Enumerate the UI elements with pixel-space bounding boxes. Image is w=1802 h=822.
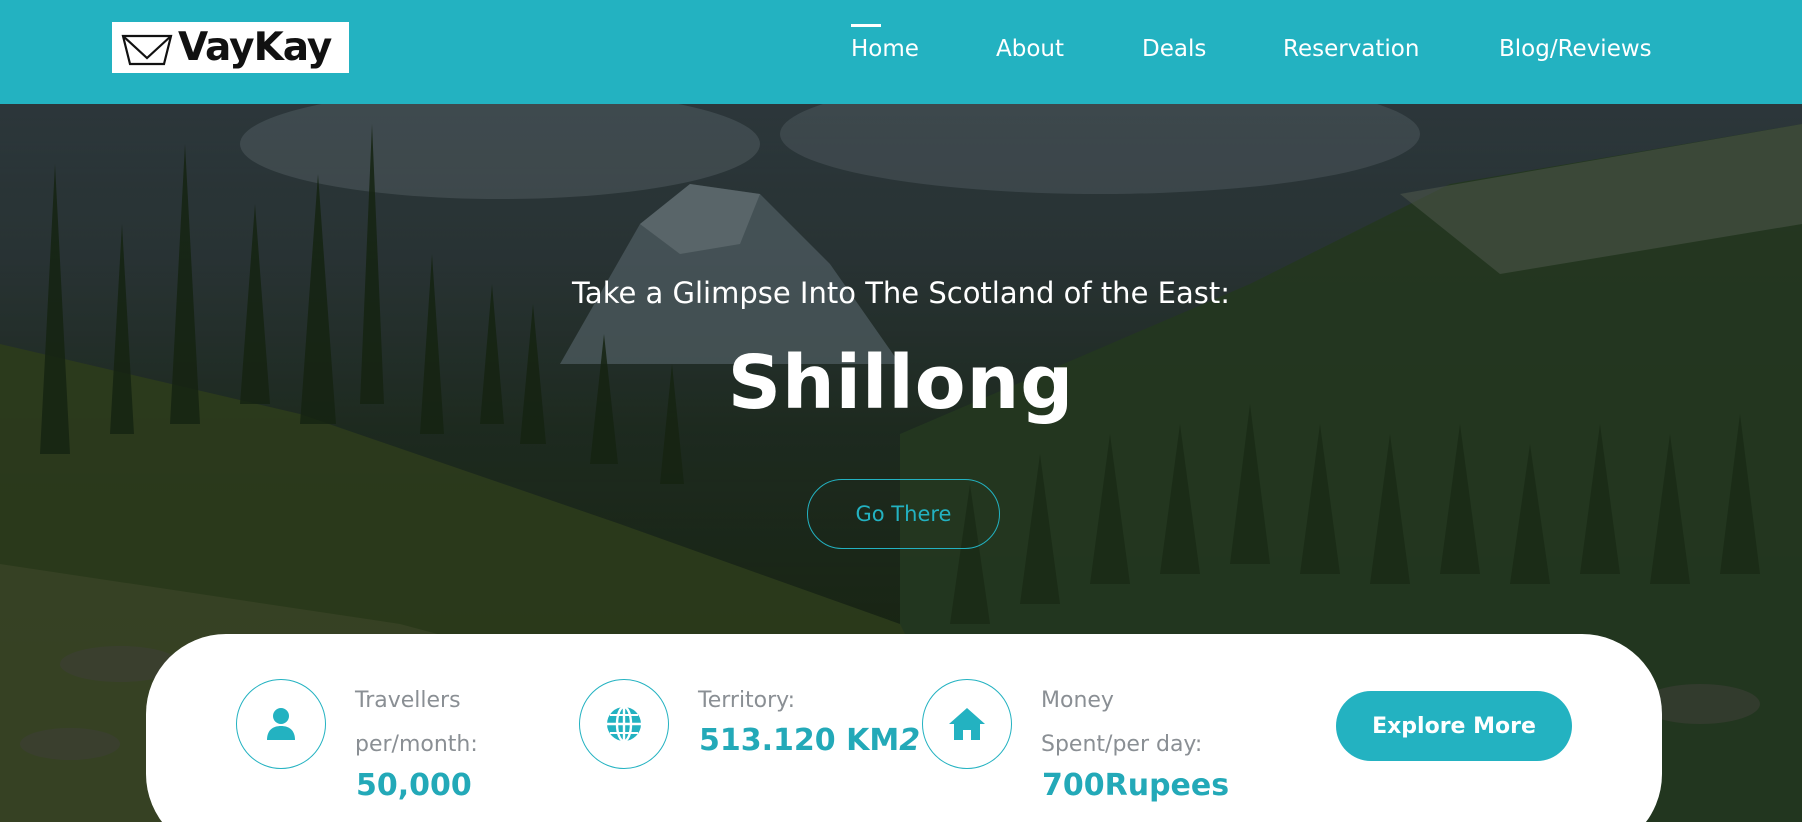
go-there-button[interactable]: Go There — [807, 479, 1000, 549]
stats-card: Travellers per/month: 50,000 Territory: … — [146, 634, 1662, 822]
hero-subtitle: Take a Glimpse Into The Scotland of the … — [572, 276, 1230, 310]
nav-item-blog-reviews[interactable]: Blog/Reviews — [1499, 36, 1652, 62]
home-icon — [949, 708, 985, 740]
territory-value-number: 513.120 KM — [699, 723, 900, 758]
territory-value: 513.120 KM2 — [699, 723, 920, 758]
travellers-icon-circle — [236, 679, 326, 769]
globe-icon — [607, 705, 641, 743]
nav-item-deals[interactable]: Deals — [1142, 36, 1206, 62]
crown-outline-icon — [121, 34, 173, 65]
travellers-label-line2: per/month: — [355, 732, 478, 757]
nav-item-about[interactable]: About — [996, 36, 1064, 62]
nav-active-indicator — [851, 24, 881, 27]
explore-more-button[interactable]: Explore More — [1336, 691, 1572, 761]
brand-name: VayKay — [178, 25, 332, 70]
money-icon-circle — [922, 679, 1012, 769]
hero-title: Shillong — [727, 340, 1075, 426]
territory-icon-circle — [579, 679, 669, 769]
money-label-line1: Money — [1041, 688, 1114, 713]
travellers-value: 50,000 — [356, 768, 472, 803]
territory-label: Territory: — [698, 688, 796, 713]
nav-item-reservation[interactable]: Reservation — [1283, 36, 1419, 62]
site-header: VayKay Home About Deals Reservation Blog… — [0, 0, 1802, 104]
nav-item-home[interactable]: Home — [851, 36, 919, 62]
money-label-line2: Spent/per day: — [1041, 732, 1203, 757]
travellers-label-line1: Travellers — [355, 688, 461, 713]
territory-value-exponent: 2 — [899, 723, 921, 758]
user-icon — [267, 708, 295, 740]
brand-logo[interactable]: VayKay — [112, 22, 349, 73]
money-value: 700Rupees — [1042, 768, 1230, 803]
